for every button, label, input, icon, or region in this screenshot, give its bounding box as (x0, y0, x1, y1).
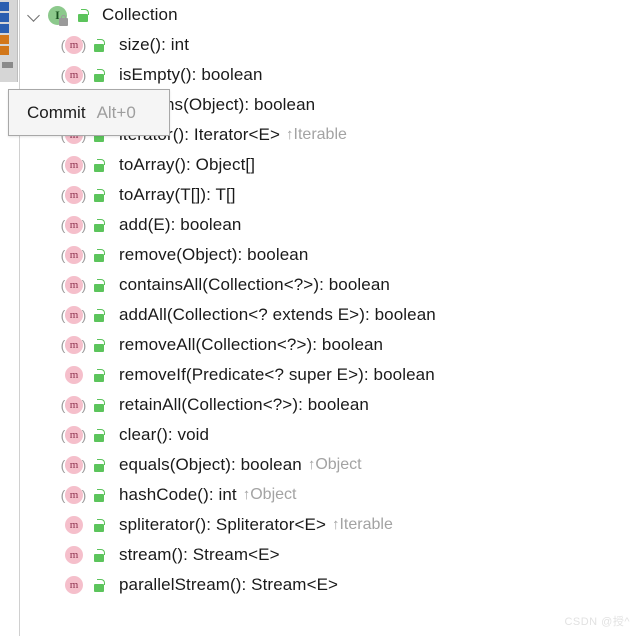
method-icon: m (64, 365, 83, 385)
public-lock-icon (92, 158, 106, 173)
public-lock-icon (92, 578, 106, 593)
member-signature: isEmpty(): boolean (119, 65, 263, 84)
public-lock-icon (92, 338, 106, 353)
inherited-from-label: ↑Object (308, 456, 362, 474)
member-signature: addAll(Collection<? extends E>): boolean (119, 305, 436, 324)
arrow-up-icon: ↑ (286, 126, 294, 143)
tree-member-row[interactable]: () m isEmpty(): boolean (20, 60, 638, 90)
tree-member-row[interactable]: () m equals(Object): boolean ↑Object (20, 450, 638, 480)
toolbar-icon-2[interactable] (0, 13, 9, 22)
member-signature: retainAll(Collection<?>): boolean (119, 395, 369, 414)
tooltip-label: Commit (27, 102, 86, 122)
public-lock-icon (92, 458, 106, 473)
tree-member-row[interactable]: () m hashCode(): int ↑Object (20, 480, 638, 510)
inherited-from-label: ↑Iterable (332, 516, 393, 534)
inherited-from-name: Object (250, 486, 297, 503)
left-toolbar-strip[interactable] (0, 0, 18, 82)
tree-member-row[interactable]: () m toArray(T[]): T[] (20, 180, 638, 210)
abstract-method-icon: ()m (60, 485, 87, 504)
member-signature: spliterator(): Spliterator<E> (119, 515, 326, 534)
inherited-from-name: Iterable (293, 126, 347, 143)
public-lock-icon (92, 398, 106, 413)
tree-member-row[interactable]: () m containsAll(Collection<?>): boolean (20, 270, 638, 300)
public-lock-icon (92, 428, 106, 443)
abstract-method-icon: ()m (60, 395, 87, 414)
tree-member-row[interactable]: () m retainAll(Collection<?>): boolean (20, 390, 638, 420)
public-lock-icon (92, 308, 106, 323)
toolbar-icon-1[interactable] (0, 2, 9, 11)
public-lock-icon (92, 488, 106, 503)
tree-node-collection[interactable]: I Collection (20, 0, 638, 30)
watermark: CSDN @授^ (564, 616, 630, 628)
abstract-method-icon: ()m (60, 425, 87, 444)
tree-member-row[interactable]: () m removeAll(Collection<?>): boolean (20, 330, 638, 360)
abstract-method-icon: ()m (60, 185, 87, 204)
method-icon: m (64, 515, 83, 535)
tree-member-row[interactable]: () m toArray(): Object[] (20, 150, 638, 180)
public-lock-icon (92, 548, 106, 563)
toolbar-icon-5[interactable] (0, 46, 9, 55)
member-signature: removeIf(Predicate<? super E>): boolean (119, 365, 435, 384)
inherited-from-name: Iterable (339, 516, 393, 533)
abstract-method-icon: ()m (60, 245, 87, 264)
abstract-method-icon: ()m (60, 335, 87, 354)
inherited-from-label: ↑Object (243, 486, 297, 504)
member-signature: clear(): void (119, 425, 210, 444)
public-lock-icon (76, 8, 90, 23)
member-signature: toArray(): Object[] (119, 155, 256, 174)
member-signature: stream(): Stream<E> (119, 545, 280, 564)
tree-member-row[interactable]: () m addAll(Collection<? extends E>): bool… (20, 300, 638, 330)
inherited-from-label: ↑Iterable (286, 126, 347, 144)
lock-overlay-icon (59, 14, 68, 26)
tree-member-row[interactable]: m spliterator(): Spliterator<E> ↑Iterable (20, 510, 638, 540)
public-lock-icon (92, 218, 106, 233)
tree-member-row[interactable]: () m remove(Object): boolean (20, 240, 638, 270)
abstract-method-icon: ()m (60, 215, 87, 234)
abstract-method-icon: ()m (60, 155, 87, 174)
public-lock-icon (92, 188, 106, 203)
member-signature: removeAll(Collection<?>): boolean (119, 335, 384, 354)
tooltip-shortcut: Alt+0 (96, 102, 136, 122)
abstract-method-icon: ()m (60, 455, 87, 474)
member-signature: add(E): boolean (119, 215, 242, 234)
toolbar-icon-4[interactable] (0, 35, 9, 44)
public-lock-icon (92, 68, 106, 83)
public-lock-icon (92, 38, 106, 53)
member-signature: equals(Object): boolean (119, 455, 302, 474)
public-lock-icon (92, 518, 106, 533)
commit-tooltip: Commit Alt+0 (8, 89, 170, 136)
public-lock-icon (92, 368, 106, 383)
chevron-down-icon[interactable] (26, 7, 42, 23)
interface-icon: I (48, 5, 68, 26)
tree-member-row[interactable]: () m size(): int (20, 30, 638, 60)
method-icon: m (64, 575, 83, 595)
tree-member-row[interactable]: m parallelStream(): Stream<E> (20, 570, 638, 600)
member-signature: toArray(T[]): T[] (119, 185, 236, 204)
toolbar-collapse-arrow[interactable] (2, 62, 13, 68)
abstract-method-icon: ()m (60, 305, 87, 324)
toolbar-icon-3[interactable] (0, 24, 9, 33)
tree-node-label: Collection (102, 5, 178, 24)
member-signature: parallelStream(): Stream<E> (119, 575, 339, 594)
abstract-method-icon: ()m (60, 35, 87, 54)
member-signature: containsAll(Collection<?>): boolean (119, 275, 390, 294)
tree-member-row[interactable]: () m add(E): boolean (20, 210, 638, 240)
public-lock-icon (92, 278, 106, 293)
public-lock-icon (92, 248, 106, 263)
tree-member-row[interactable]: m stream(): Stream<E> (20, 540, 638, 570)
abstract-method-icon: ()m (60, 275, 87, 294)
method-icon: m (64, 545, 83, 565)
tree-member-row[interactable]: m removeIf(Predicate<? super E>): boolean (20, 360, 638, 390)
tree-member-row[interactable]: () m clear(): void (20, 420, 638, 450)
member-signature: hashCode(): int (119, 485, 237, 504)
member-signature: remove(Object): boolean (119, 245, 309, 264)
member-signature: size(): int (119, 35, 190, 54)
abstract-method-icon: ()m (60, 65, 87, 84)
inherited-from-name: Object (315, 456, 362, 473)
